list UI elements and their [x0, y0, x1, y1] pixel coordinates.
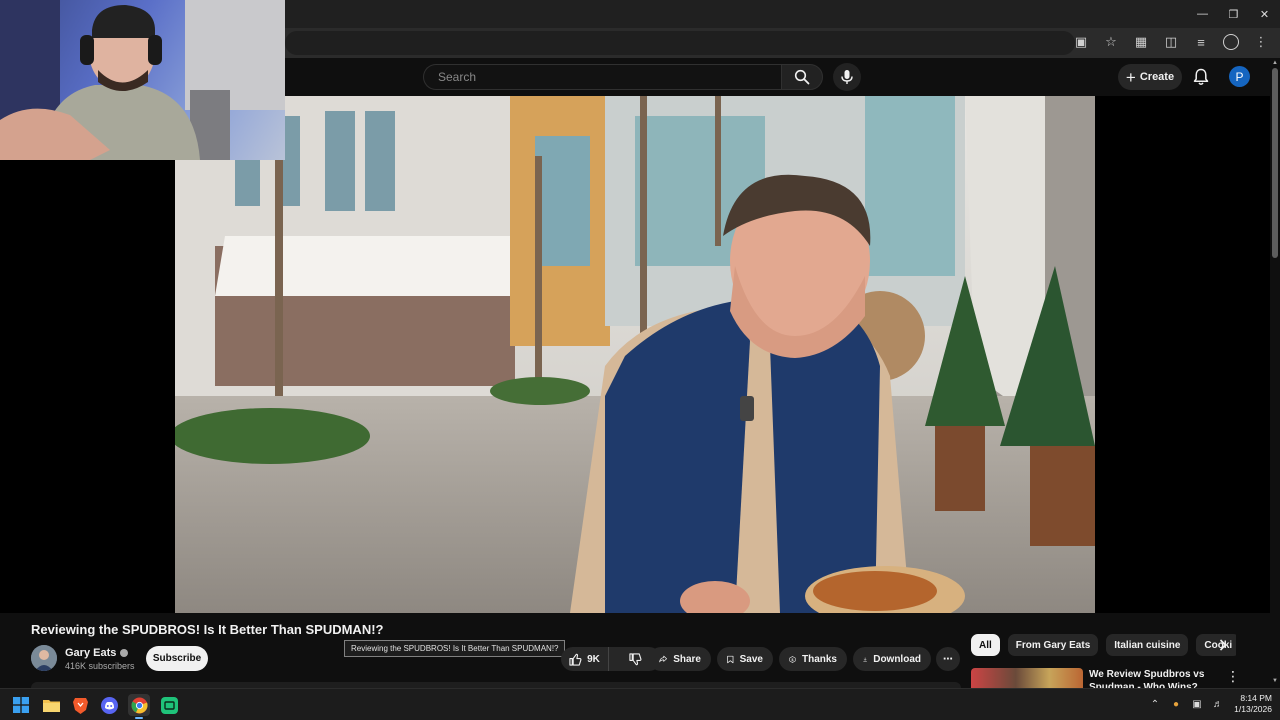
download-label: Download — [873, 653, 921, 665]
page-scrollbar[interactable] — [1270, 58, 1280, 688]
bell-icon — [1193, 68, 1209, 85]
chips-next-button[interactable] — [1214, 636, 1232, 654]
share-label: Share — [673, 653, 701, 665]
svg-text:$: $ — [792, 657, 794, 661]
download-button[interactable]: Download — [853, 647, 931, 671]
like-dislike-group: 9K — [561, 647, 661, 671]
video-scene — [175, 96, 1095, 613]
like-count: 9K — [587, 653, 600, 665]
profile-icon[interactable] — [1220, 31, 1242, 53]
windows-start-icon[interactable] — [10, 694, 32, 716]
bookmark-icon — [727, 655, 734, 663]
share-button[interactable]: Share — [649, 647, 711, 671]
chevron-right-icon — [1219, 639, 1227, 651]
subscribe-button[interactable]: Subscribe — [146, 646, 208, 671]
brave-browser-icon[interactable] — [69, 694, 91, 716]
thanks-button[interactable]: $ Thanks — [779, 647, 847, 671]
search-input[interactable] — [424, 65, 781, 89]
webcam-feed — [0, 0, 285, 160]
chip-from-channel[interactable]: From Gary Eats — [1007, 634, 1099, 656]
windows-taskbar: ⌃ ● ▣ ♬ 8:14 PM 1/13/2026 — [0, 688, 1280, 720]
chip-all[interactable]: All — [971, 634, 1000, 656]
bookmark-star-icon[interactable]: ☆ — [1100, 31, 1122, 53]
taskbar-clock[interactable]: 8:14 PM 1/13/2026 — [1222, 693, 1272, 715]
scrollbar-thumb[interactable] — [1272, 68, 1278, 258]
title-tooltip: Reviewing the SPUDBROS! Is It Better Tha… — [344, 640, 566, 657]
channel-name[interactable]: Gary Eats — [65, 647, 116, 659]
microphone-icon — [841, 70, 853, 84]
recommendation-chips: All From Gary Eats Italian cuisine Cooki — [971, 634, 1236, 656]
chrome-browser-icon[interactable] — [128, 694, 150, 719]
chevron-up-icon[interactable]: ⌃ — [1148, 697, 1162, 711]
install-app-icon[interactable]: ▣ — [1070, 31, 1092, 53]
recommended-title[interactable]: We Review Spudbros vs Spudman - Who Wins… — [1089, 668, 1217, 688]
display-tray-icon[interactable]: ▣ — [1190, 697, 1204, 711]
search-box — [423, 64, 781, 90]
notifications-button[interactable] — [1189, 65, 1213, 89]
thanks-label: Thanks — [801, 653, 837, 665]
more-actions-button[interactable]: ⋯ — [936, 647, 960, 671]
recommended-thumbnail[interactable] — [971, 668, 1083, 688]
window-controls: — ❐ ✕ — [1187, 0, 1280, 28]
thumbs-down-icon — [628, 652, 641, 665]
subscriber-count: 416K subscribers — [65, 661, 135, 671]
search-button[interactable] — [781, 64, 823, 90]
minimize-icon[interactable]: — — [1187, 0, 1218, 28]
chip-italian-cuisine[interactable]: Italian cuisine — [1106, 634, 1189, 656]
scroll-up-arrow-icon[interactable]: ▲ — [1271, 60, 1279, 68]
download-icon — [863, 657, 867, 662]
microphone-tray-icon[interactable]: ● — [1169, 697, 1183, 711]
system-tray: ⌃ ● ▣ ♬ — [1148, 697, 1225, 711]
clock-date: 1/13/2026 — [1234, 704, 1272, 714]
webcam-overlay — [0, 0, 285, 160]
channel-name-row[interactable]: Gary Eats — [65, 647, 129, 659]
split-view-icon[interactable]: ◫ — [1160, 31, 1182, 53]
save-label: Save — [739, 653, 763, 665]
voice-search-button[interactable] — [833, 63, 861, 91]
plus-icon: + — [1125, 67, 1136, 87]
address-bar[interactable] — [285, 31, 1075, 55]
video-frame[interactable] — [175, 96, 1095, 613]
toolbar-icons: ▣ ☆ ▦ ◫ ≡ ⋮ — [1070, 31, 1272, 53]
create-label: Create — [1139, 71, 1175, 83]
scroll-down-arrow-icon[interactable]: ▼ — [1271, 678, 1279, 686]
file-explorer-icon[interactable] — [40, 694, 62, 716]
media-control-icon[interactable]: ≡ — [1190, 31, 1212, 53]
create-button[interactable]: + Create — [1118, 64, 1182, 90]
video-title: Reviewing the SPUDBROS! Is It Better Tha… — [31, 622, 384, 637]
more-horizontal-icon: ⋯ — [943, 653, 953, 665]
restore-icon[interactable]: ❐ — [1218, 0, 1249, 28]
super-thanks-icon: $ — [789, 655, 796, 663]
share-icon — [659, 655, 667, 663]
search-icon — [794, 69, 810, 85]
like-button[interactable]: 9K — [561, 647, 609, 671]
extensions-icon[interactable]: ▦ — [1130, 31, 1152, 53]
channel-avatar[interactable] — [31, 645, 57, 671]
close-icon[interactable]: ✕ — [1249, 0, 1280, 28]
verified-badge-icon — [120, 649, 129, 657]
video-player[interactable] — [0, 96, 1270, 613]
account-avatar[interactable]: P — [1229, 66, 1250, 87]
discord-icon[interactable] — [98, 694, 120, 716]
thumbs-up-icon — [569, 653, 582, 666]
channel-avatar-image — [31, 645, 57, 671]
recommended-more-icon[interactable]: ⋮ — [1226, 668, 1240, 684]
clock-time: 8:14 PM — [1240, 693, 1272, 703]
app-monitor-icon[interactable] — [158, 694, 180, 716]
save-button[interactable]: Save — [717, 647, 773, 671]
browser-menu-icon[interactable]: ⋮ — [1250, 31, 1272, 53]
